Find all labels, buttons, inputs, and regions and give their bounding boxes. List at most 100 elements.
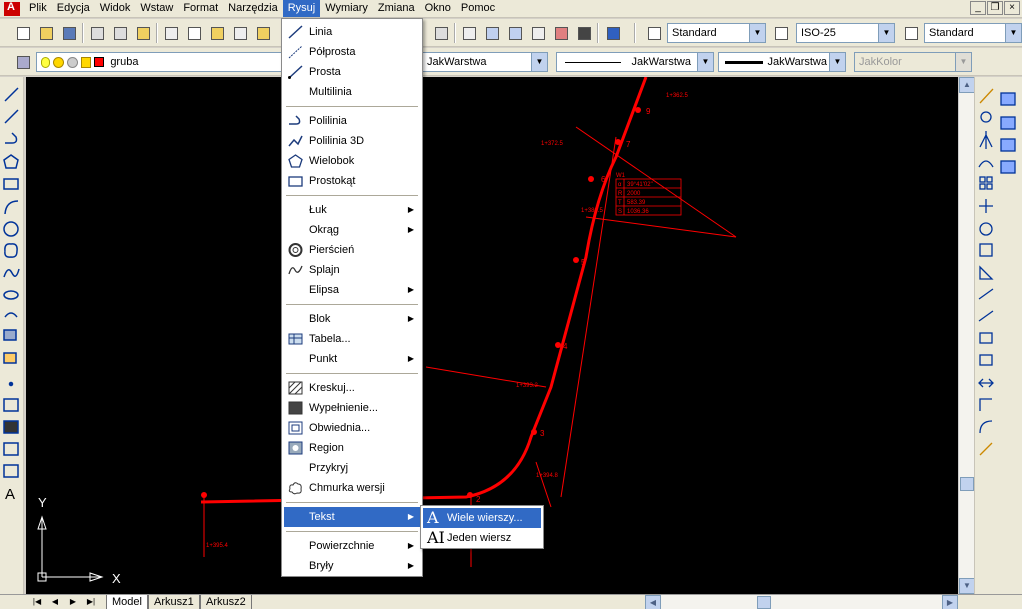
calculator-icon[interactable]	[575, 24, 593, 42]
draw-menu-item-punkt[interactable]: Punkt ▶	[284, 349, 420, 369]
draw-menu-item-polilinia[interactable]: Polilinia	[284, 111, 420, 131]
scroll-right-button[interactable]: ▶	[942, 595, 958, 609]
print-icon[interactable]	[88, 24, 106, 42]
lightbulb-icon	[41, 56, 50, 68]
explode-tool-icon	[979, 442, 993, 456]
draw-menu-item-pierścień[interactable]: Pierścień	[284, 240, 420, 260]
text-style-combo[interactable]: Standard ▼	[667, 23, 766, 43]
menu-5[interactable]: Narzędzia	[223, 0, 283, 17]
publish-icon[interactable]	[134, 24, 152, 42]
vertical-scrollbar[interactable]: ▲ ▼	[958, 77, 975, 594]
draw-menu-item-blok[interactable]: Blok ▶	[284, 309, 420, 329]
draw-menu-item-bryły[interactable]: Bryły ▶	[284, 556, 420, 576]
table-style-icon[interactable]	[902, 24, 920, 42]
draw-menu-item-obwiednia[interactable]: Obwiednia...	[284, 418, 420, 438]
draw-menu-item-kreskuj[interactable]: Kreskuj...	[284, 378, 420, 398]
draw-menu-item-splajn[interactable]: Splajn	[284, 260, 420, 280]
menu-0[interactable]: Plik	[24, 0, 52, 17]
ray-icon	[288, 45, 303, 59]
last-tab-icon[interactable]: ▶|	[84, 596, 98, 609]
vertical-scroll-thumb[interactable]	[960, 477, 974, 491]
scroll-down-button[interactable]: ▼	[959, 578, 975, 594]
draw-menu-item-łuk[interactable]: Łuk ▶	[284, 200, 420, 220]
draw-menu-item-tekst[interactable]: Tekst ▶	[284, 507, 420, 527]
menu-2[interactable]: Widok	[95, 0, 136, 17]
menu-7[interactable]: Wymiary	[320, 0, 373, 17]
tab-model[interactable]: Model	[106, 595, 148, 609]
layer-manager-icon[interactable]	[14, 53, 32, 71]
open-folder-icon[interactable]	[37, 24, 55, 42]
station-marker	[555, 342, 561, 348]
menu-item-label: Prostokąt	[309, 175, 356, 187]
block-editor-icon[interactable]	[254, 24, 272, 42]
match-properties-icon[interactable]	[231, 24, 249, 42]
menu-9[interactable]: Okno	[420, 0, 456, 17]
table-style-combo[interactable]: Standard ▼	[924, 23, 1022, 43]
menu-10[interactable]: Pomoc	[456, 0, 500, 17]
dim-style-combo[interactable]: ISO-25 ▼	[796, 23, 895, 43]
draw-menu-item-prosta[interactable]: Prosta	[284, 62, 420, 82]
menu-item-label: Region	[309, 442, 344, 454]
autocad-app-icon[interactable]	[4, 1, 20, 16]
single-line-text-item[interactable]: AI Jeden wiersz	[423, 528, 541, 548]
menu-1[interactable]: Edycja	[52, 0, 95, 17]
linetype-combo[interactable]: JakWarstwa ▼	[556, 52, 714, 72]
scroll-up-button[interactable]: ▲	[959, 77, 975, 93]
draw-menu-item-linia[interactable]: Linia	[284, 22, 420, 42]
tab-arkusz1[interactable]: Arkusz1	[148, 595, 200, 609]
help-icon[interactable]	[604, 24, 622, 42]
draw-menu-item-wypełnienie[interactable]: Wypełnienie...	[284, 398, 420, 418]
sheet-set-icon[interactable]	[529, 24, 547, 42]
paste-icon[interactable]	[208, 24, 226, 42]
menu-item-label: Elipsa	[309, 284, 339, 296]
draw-menu-item-tabela[interactable]: Tabela...	[284, 329, 420, 349]
save-icon[interactable]	[60, 24, 78, 42]
dim-style-icon[interactable]	[772, 24, 790, 42]
draw-menu-item-półprosta[interactable]: Półprosta	[284, 42, 420, 62]
menu-6[interactable]: Rysuj	[282, 0, 321, 17]
restore-button[interactable]: ❐	[987, 1, 1003, 15]
minimize-button[interactable]: _	[970, 1, 986, 15]
horizontal-scroll-thumb[interactable]	[757, 596, 771, 609]
draw-menu-item-polilinia-3d[interactable]: Polilinia 3D	[284, 131, 420, 151]
draw-menu-item-multilinia[interactable]: Multilinia	[284, 82, 420, 102]
zoom-window-icon[interactable]	[432, 24, 450, 42]
draw-menu-item-prostokąt[interactable]: Prostokąt	[284, 171, 420, 191]
draw-menu-item-wielobok[interactable]: Wielobok	[284, 151, 420, 171]
markup-icon[interactable]	[552, 24, 570, 42]
submenu-item-label: Wiele wierszy...	[447, 512, 523, 524]
menu-4[interactable]: Format	[178, 0, 223, 17]
color-combo[interactable]: JakWarstwa ▼	[422, 52, 548, 72]
text-style-icon[interactable]	[645, 24, 663, 42]
lineweight-combo[interactable]: JakWarstwa ▼	[718, 52, 846, 72]
menu-3[interactable]: Wstaw	[135, 0, 178, 17]
copy-icon[interactable]	[185, 24, 203, 42]
layout-tabs-bar: |◀ ◀ ▶ ▶| Model Arkusz1 Arkusz2 ◀ ▶	[0, 594, 1022, 609]
draw-menu-item-elipsa[interactable]: Elipsa ▶	[284, 280, 420, 300]
multiline-text-item[interactable]: A Wiele wierszy...	[423, 508, 541, 528]
horizontal-scrollbar[interactable]: ◀ ▶	[645, 595, 958, 609]
tool-palettes-icon[interactable]	[506, 24, 524, 42]
properties-icon[interactable]	[460, 24, 478, 42]
design-center-icon[interactable]	[483, 24, 501, 42]
rotate-icon	[979, 222, 993, 236]
station-label: 4	[563, 342, 568, 351]
menu-8[interactable]: Zmiana	[373, 0, 420, 17]
draw-menu-item-chmurka-wersji[interactable]: Chmurka wersji	[284, 478, 420, 498]
boundary-icon	[288, 421, 303, 435]
next-tab-icon[interactable]: ▶	[66, 596, 80, 609]
close-button[interactable]: ×	[1004, 1, 1020, 15]
tab-arkusz2[interactable]: Arkusz2	[200, 595, 252, 609]
cut-icon[interactable]	[162, 24, 180, 42]
draw-menu-item-okrąg[interactable]: Okrąg ▶	[284, 220, 420, 240]
prev-tab-icon[interactable]: ◀	[48, 596, 62, 609]
draw-menu-item-region[interactable]: Region	[284, 438, 420, 458]
layer-combo[interactable]: gruba	[36, 52, 282, 72]
first-tab-icon[interactable]: |◀	[30, 596, 44, 609]
draw-menu-item-powierzchnie[interactable]: Powierzchnie ▶	[284, 536, 420, 556]
scroll-left-button[interactable]: ◀	[645, 595, 661, 609]
new-file-icon[interactable]	[14, 24, 32, 42]
menu-separator	[286, 531, 418, 533]
draw-menu-item-przykryj[interactable]: Przykryj	[284, 458, 420, 478]
print-preview-icon[interactable]	[111, 24, 129, 42]
